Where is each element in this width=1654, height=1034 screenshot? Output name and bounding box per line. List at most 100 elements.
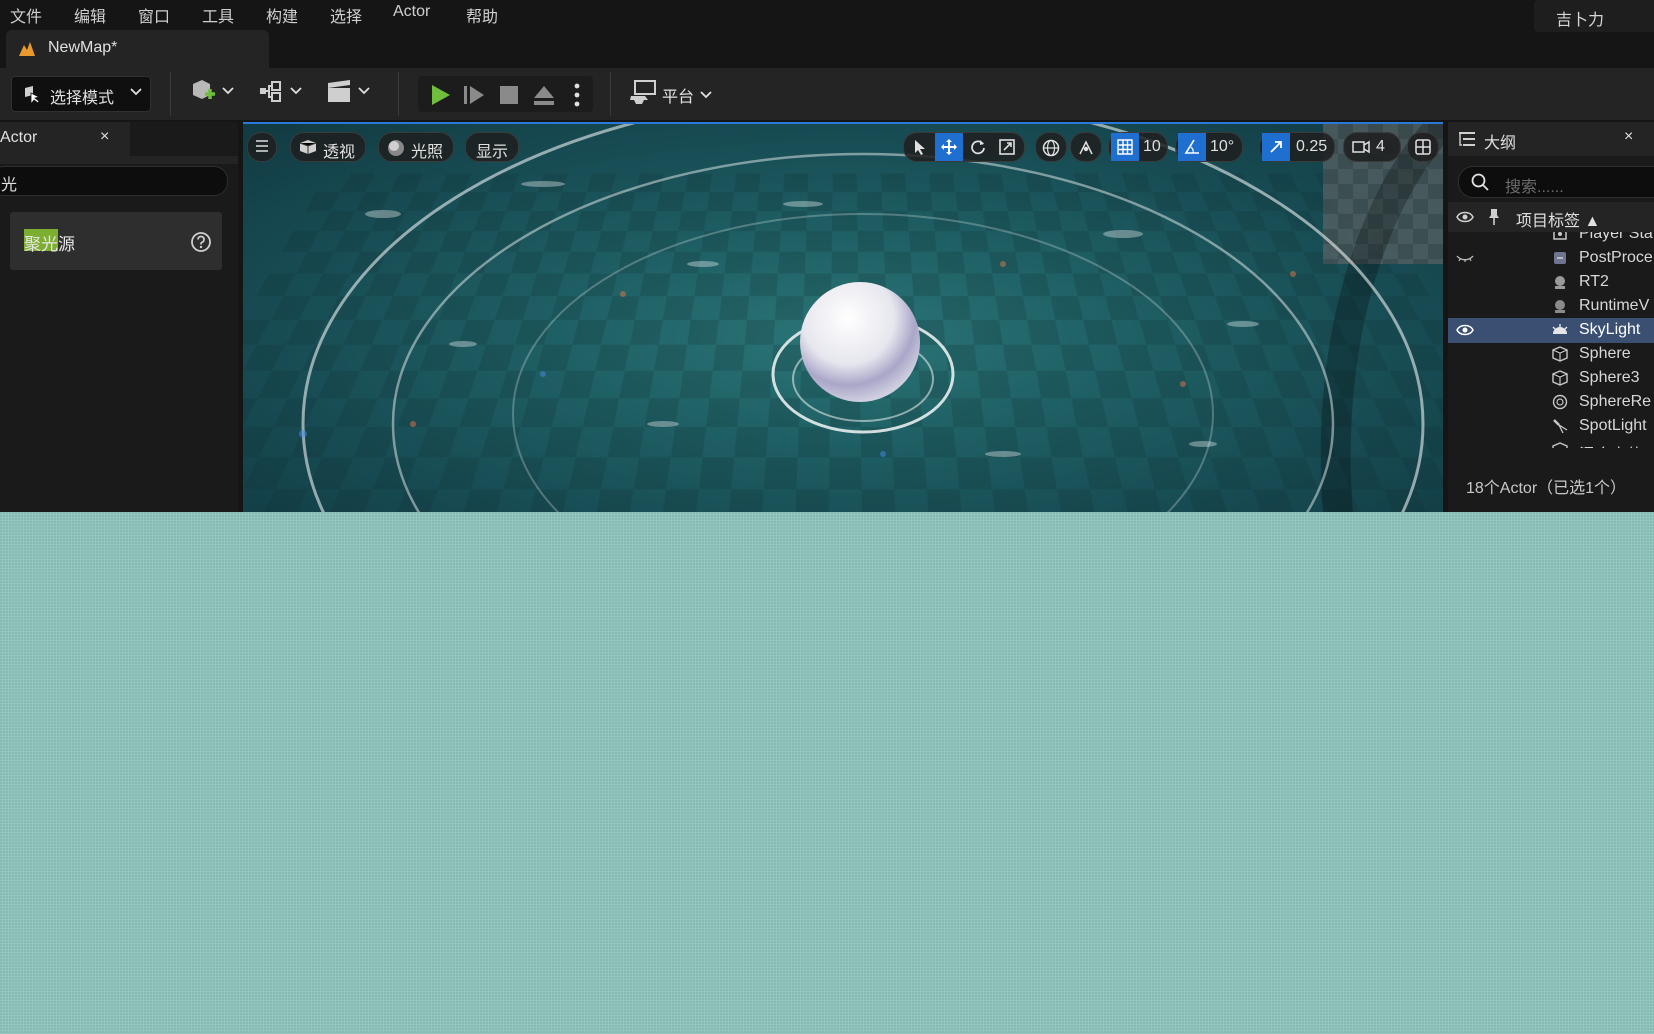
toolbar-divider: [610, 72, 611, 116]
rotate-tool[interactable]: [964, 133, 992, 161]
water-ripples-scene: [243, 124, 1443, 512]
menu-help[interactable]: 帮助: [466, 3, 498, 27]
lighting-mode-button[interactable]: 光照: [378, 132, 454, 162]
menu-window[interactable]: 窗口: [138, 3, 170, 27]
outliner-row-label: Sphere3: [1579, 369, 1640, 387]
viewport-layout-button[interactable]: [1407, 132, 1439, 162]
grid-icon: [1117, 139, 1133, 155]
rotation-snap-control[interactable]: 10°: [1175, 132, 1243, 162]
stop-icon[interactable]: [498, 84, 520, 106]
translate-tool[interactable]: [935, 133, 963, 161]
menu-edit[interactable]: 编辑: [74, 3, 106, 27]
outliner-row-label: 混合立体: [1579, 441, 1643, 448]
outliner-row[interactable]: SphereRe: [1448, 390, 1654, 415]
list-item-label: 聚光源: [24, 230, 75, 255]
outliner-row[interactable]: Sphere3: [1448, 366, 1654, 391]
outliner-row[interactable]: SpotLight: [1448, 414, 1654, 439]
tab-actor[interactable]: Actor ×: [0, 122, 130, 156]
move-arrows-icon: [941, 139, 957, 155]
step-frame-icon[interactable]: [462, 83, 486, 107]
user-account-button[interactable]: 吉卜力: [1534, 0, 1654, 32]
outliner-row[interactable]: 混合立体: [1448, 438, 1654, 448]
grid-snap-toggle[interactable]: [1111, 133, 1139, 161]
menu-bar: 文件 编辑 窗口 工具 构建 选择 Actor 帮助 吉卜力: [0, 0, 1654, 28]
tab-newmap[interactable]: NewMap*: [6, 30, 269, 68]
close-icon[interactable]: ×: [100, 128, 109, 146]
editor-window: 文件 编辑 窗口 工具 构建 选择 Actor 帮助 吉卜力 NewMap* 选…: [0, 0, 1654, 512]
scale-snap-toggle[interactable]: [1262, 133, 1290, 161]
search-value: 光: [1, 171, 17, 195]
menu-tools[interactable]: 工具: [202, 3, 234, 27]
sphere-reflection-icon: [1552, 394, 1568, 410]
help-icon[interactable]: [190, 231, 212, 253]
static-mesh-icon: [1552, 346, 1568, 362]
outliner-row[interactable]: Sphere: [1448, 342, 1654, 367]
visibility-column-icon[interactable]: [1456, 210, 1474, 224]
world-local-toggle[interactable]: [1035, 132, 1067, 162]
toolbar-divider: [398, 72, 399, 116]
panel-header-strip: [0, 156, 238, 164]
level-icon: [18, 41, 36, 57]
item-label-column[interactable]: 项目标签 ▲: [1516, 207, 1600, 231]
search-icon: [1471, 173, 1489, 191]
rotation-snap-value: 10°: [1210, 138, 1234, 156]
play-icon[interactable]: [428, 83, 452, 107]
outliner-row[interactable]: Player Sta: [1448, 232, 1654, 247]
select-tool[interactable]: [906, 133, 934, 161]
outliner-row[interactable]: RuntimeV: [1448, 294, 1654, 319]
eject-icon[interactable]: [532, 83, 556, 107]
post-process-icon: [1552, 250, 1568, 266]
actor-search-input[interactable]: 光: [0, 166, 228, 196]
scale-snap-control[interactable]: 0.25: [1259, 132, 1335, 162]
perspective-button[interactable]: 透视: [290, 132, 366, 162]
play-controls: [418, 76, 593, 112]
eye-icon[interactable]: [1456, 323, 1474, 337]
blueprint-icon[interactable]: [258, 78, 304, 108]
outliner-tree: Player Sta PostProce RT2 RuntimeV SkyLight Sp…: [1448, 232, 1654, 448]
grid-snap-value: 10: [1143, 138, 1161, 156]
tab-label: NewMap*: [48, 39, 117, 57]
layout-grid-icon: [1415, 139, 1431, 155]
add-actor-icon[interactable]: [190, 78, 236, 108]
document-tab-strip: NewMap*: [0, 30, 1654, 68]
search-placeholder: 搜索......: [1505, 173, 1564, 197]
grid-snap-control[interactable]: 10: [1108, 132, 1168, 162]
hidden-eye-icon[interactable]: [1456, 251, 1474, 265]
list-item-spot-light[interactable]: 聚光源: [10, 212, 222, 270]
show-flags-button[interactable]: 显示: [465, 132, 519, 162]
scale-icon: [999, 139, 1015, 155]
toolbar-divider: [170, 72, 171, 116]
more-options-icon[interactable]: [572, 82, 582, 108]
rotation-snap-toggle[interactable]: [1178, 133, 1206, 161]
surface-snapping-toggle[interactable]: [1070, 132, 1102, 162]
menu-build[interactable]: 构建: [266, 3, 298, 27]
close-icon[interactable]: ×: [1624, 128, 1633, 146]
outliner-column-header: 项目标签 ▲: [1448, 202, 1654, 232]
cinematics-icon[interactable]: [326, 78, 372, 108]
menu-select[interactable]: 选择: [330, 3, 362, 27]
menu-file[interactable]: 文件: [10, 3, 42, 27]
outliner-row[interactable]: SkyLight: [1448, 318, 1654, 343]
static-mesh-icon: [1552, 370, 1568, 386]
outliner-search-input[interactable]: 搜索......: [1458, 166, 1654, 198]
globe-icon: [1042, 139, 1060, 157]
viewport-menu-button[interactable]: [247, 132, 277, 162]
menu-actor[interactable]: Actor: [393, 3, 430, 21]
level-viewport[interactable]: 透视 光照 显示 10 10° 0.25 4: [243, 122, 1443, 512]
outliner-status-bar: 18个Actor（已选1个）: [1448, 456, 1654, 512]
outliner-row-label: PostProce: [1579, 249, 1653, 267]
surface-snap-icon: [1077, 139, 1095, 157]
outliner-row[interactable]: PostProce: [1448, 246, 1654, 271]
angle-icon: [1184, 139, 1200, 155]
camera-speed-control[interactable]: 4: [1343, 132, 1401, 162]
scale-tool[interactable]: [993, 133, 1021, 161]
chevron-down-icon: [130, 87, 142, 97]
selection-mode-dropdown[interactable]: 选择模式: [11, 76, 151, 112]
chevron-down-icon: [700, 90, 712, 100]
player-start-icon: [1552, 232, 1568, 242]
outliner-row[interactable]: RT2: [1448, 270, 1654, 295]
selection-mode-label: 选择模式: [50, 84, 114, 108]
pin-column-icon[interactable]: [1488, 208, 1500, 226]
tab-outliner[interactable]: 大纲 ×: [1448, 122, 1654, 156]
runtime-virtual-texture-icon: [1552, 298, 1568, 314]
